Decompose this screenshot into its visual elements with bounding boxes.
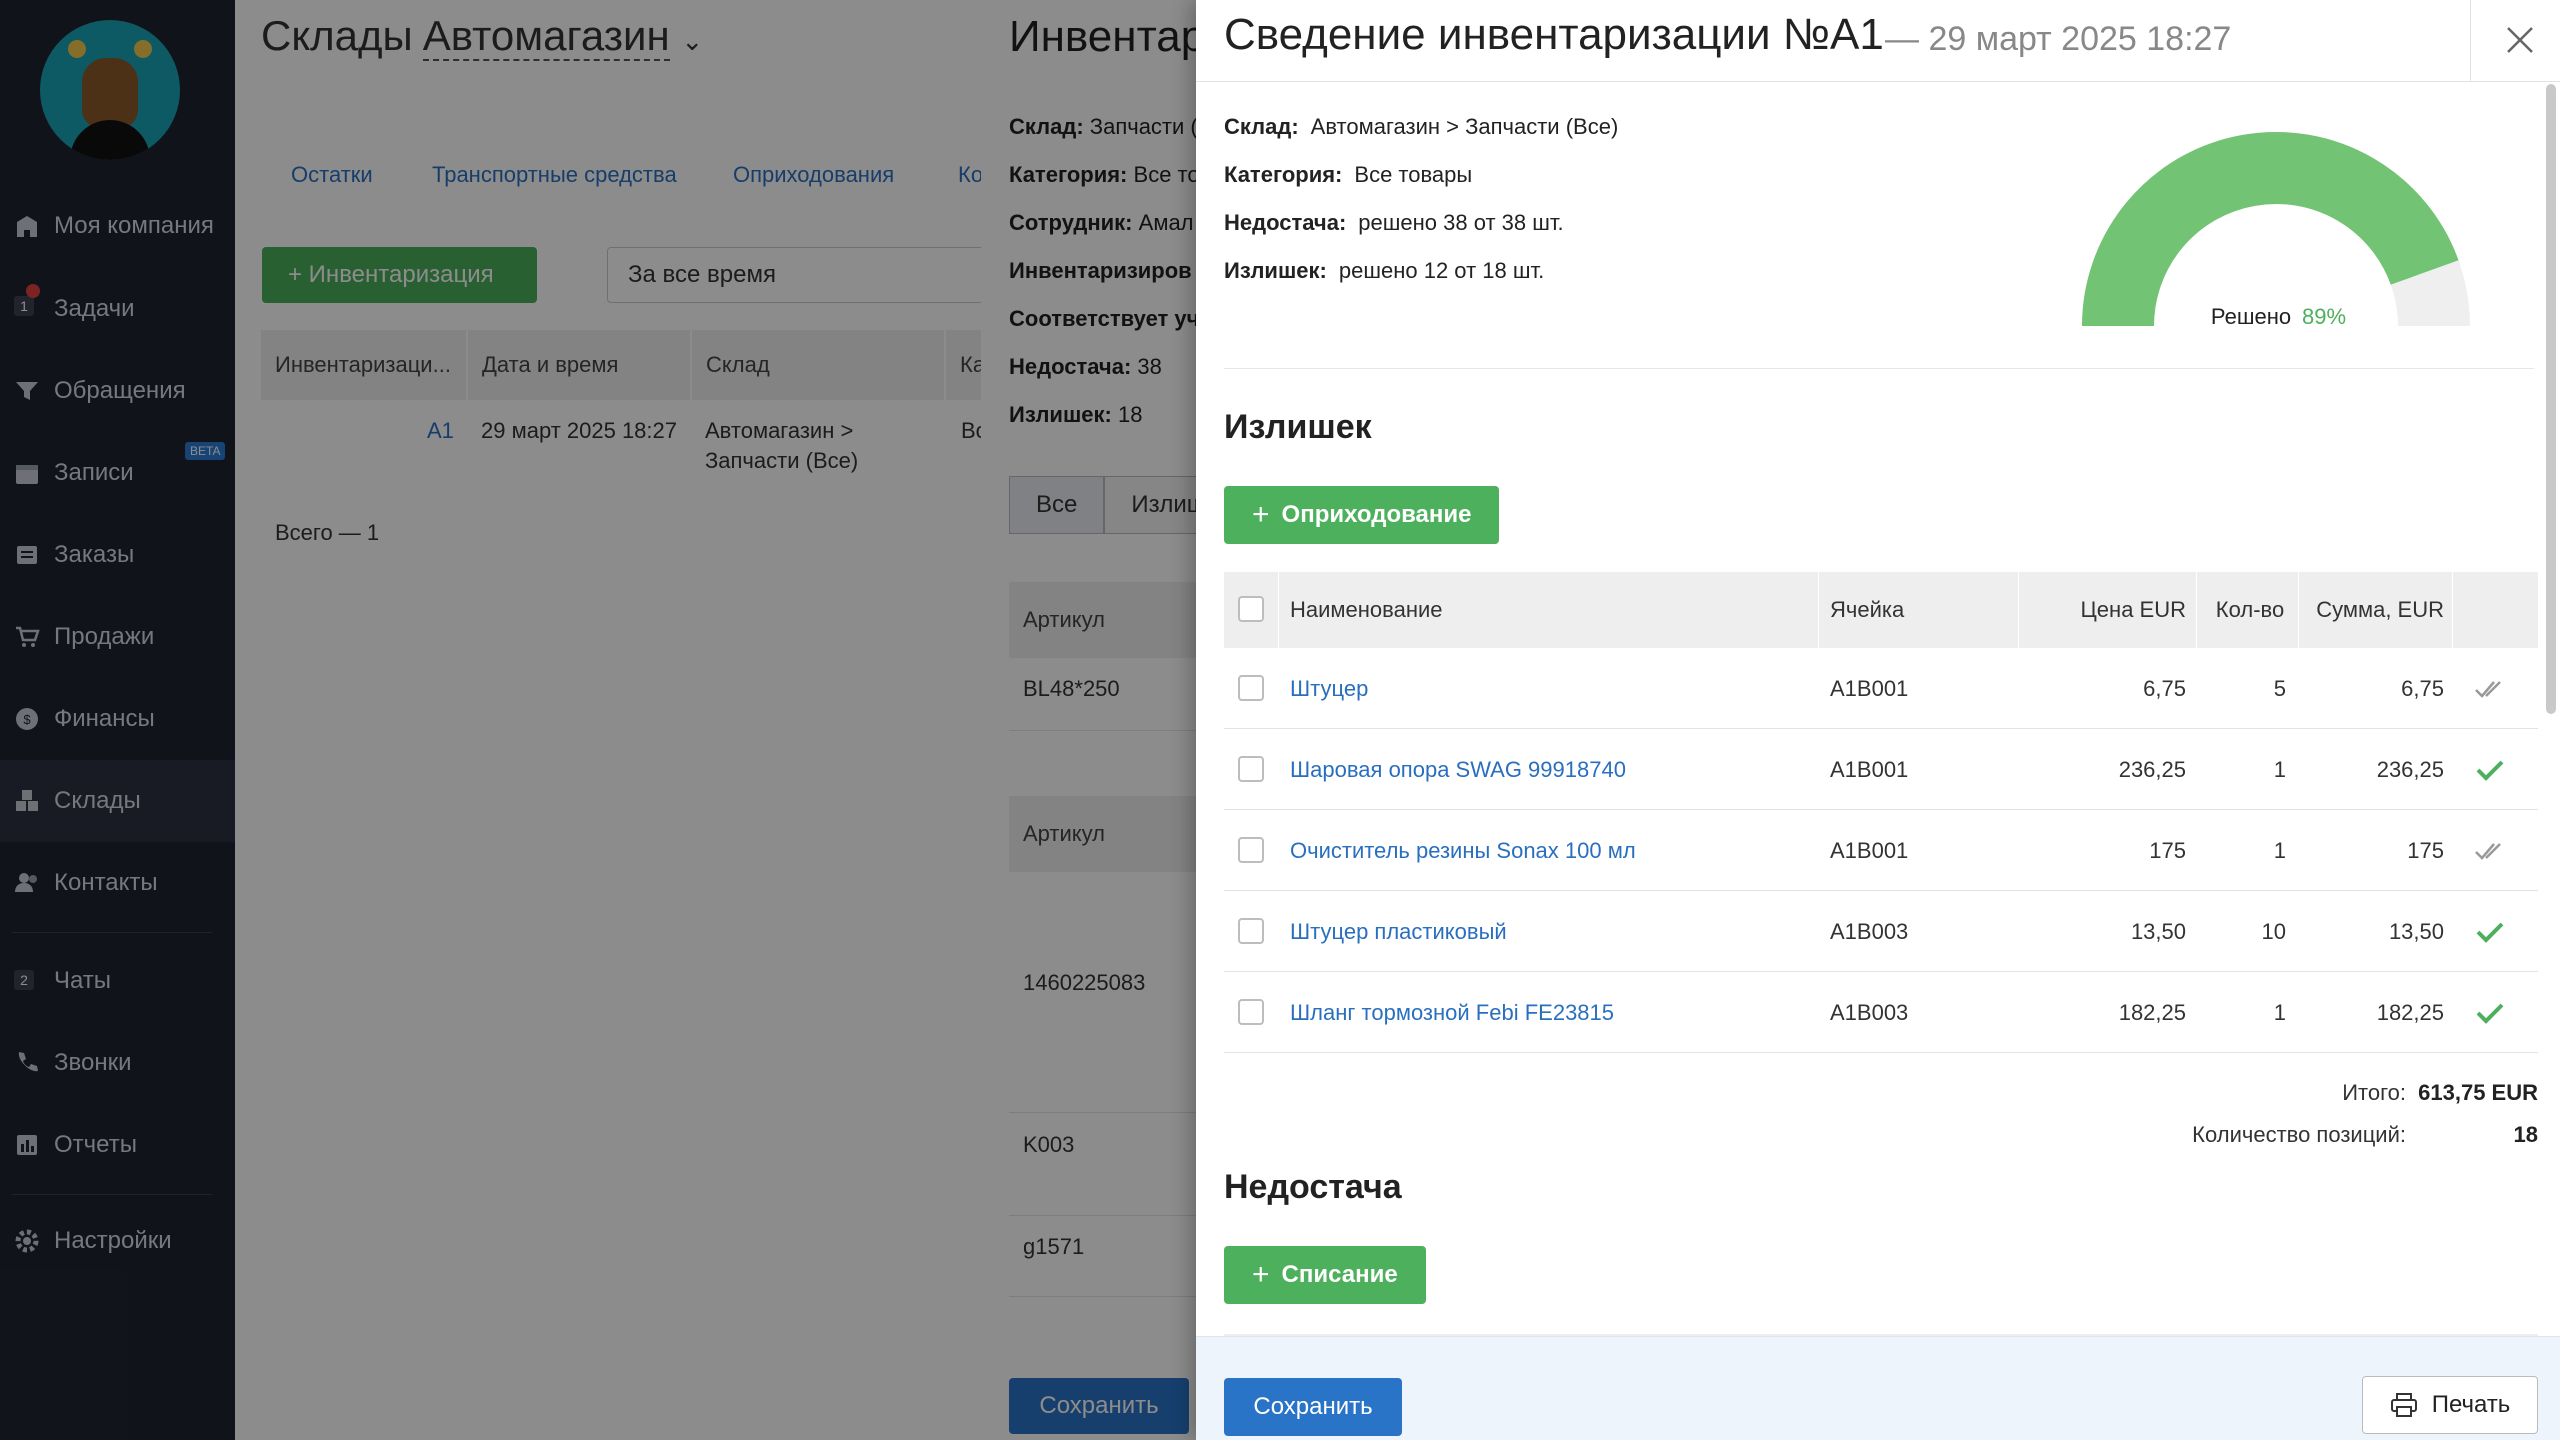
cell-location: A1B001 [1830,837,1909,863]
column-header[interactable]: Сумма, EUR [2304,572,2444,648]
column-header[interactable]: Цена EUR [2024,572,2186,648]
qty-cell: 1 [2273,756,2286,782]
cell-location: A1B001 [1830,756,1909,782]
gauge-value: 89% [2302,304,2346,329]
row-checkbox[interactable] [1238,675,1264,701]
dialog-header: Сведение инвентаризации №A1 — 29 март 20… [1196,0,2560,82]
scrollbar[interactable] [2546,84,2556,714]
qty-cell: 1 [2273,837,2286,863]
column-header[interactable]: Ячейка [1830,572,1904,648]
positions-value: 18 [2513,1122,2538,1147]
check-icon[interactable] [2474,891,2506,972]
write-off-button-label: Списание [1281,1261,1398,1288]
summary-surplus: Излишек: решено 12 от 18 шт. [1224,258,1545,283]
summary-category: Категория: Все товары [1224,162,1473,187]
row-checkbox[interactable] [1238,918,1264,944]
product-link[interactable]: Штуцер [1290,648,1368,729]
price-cell: 175 [2149,837,2186,863]
row-checkbox[interactable] [1238,756,1264,782]
receipt-button-label: Оприходование [1281,501,1472,528]
product-link[interactable]: Очиститель резины Sonax 100 мл [1290,810,1636,891]
price-cell: 6,75 [2143,675,2186,701]
cell-location: A1B003 [1830,999,1909,1025]
price-cell: 236,25 [2118,756,2186,782]
positions-label: Количество позиций: [2192,1122,2406,1147]
write-off-button[interactable]: + Списание [1224,1246,1426,1304]
modal-backdrop[interactable] [0,0,1196,1440]
price-cell: 182,25 [2118,999,2186,1025]
printer-icon [2390,1392,2418,1418]
print-button[interactable]: Печать [2362,1376,2538,1434]
cell-location: A1B003 [1830,918,1909,944]
double-check-icon[interactable] [2474,810,2506,891]
shortage-section-title: Недостача [1224,1168,1402,1206]
receipt-button[interactable]: + Оприходование [1224,486,1500,544]
sum-cell: 6,75 [2401,675,2444,701]
sum-cell: 13,50 [2388,918,2444,944]
section-divider [1224,368,2534,369]
inventory-summary-dialog: Сведение инвентаризации №A1 — 29 март 20… [1196,0,2560,1440]
summary-shortage: Недостача: решено 38 от 38 шт. [1224,210,1564,235]
gauge-label: Решено [2211,304,2291,329]
row-checkbox[interactable] [1238,999,1264,1025]
double-check-icon[interactable] [2474,648,2506,729]
check-icon[interactable] [2474,972,2506,1053]
total-label: Итого: [2342,1080,2406,1105]
row-checkbox[interactable] [1238,837,1264,863]
save-button[interactable]: Сохранить [1224,1378,1402,1436]
surplus-section-title: Излишек [1224,408,1372,446]
table-row: Штуцер пластиковый A1B003 13,50 10 13,50 [1224,891,2538,972]
qty-cell: 10 [2261,918,2286,944]
sum-cell: 182,25 [2376,999,2444,1025]
price-cell: 13,50 [2130,918,2186,944]
total-value: 613,75 EUR [2418,1080,2538,1105]
product-link[interactable]: Шланг тормозной Febi FE23815 [1290,972,1614,1053]
table-row: Очиститель резины Sonax 100 мл A1B001 17… [1224,810,2538,891]
plus-icon: + [1252,1258,1270,1291]
table-row: Шаровая опора SWAG 99918740 A1B001 236,2… [1224,729,2538,810]
product-link[interactable]: Штуцер пластиковый [1290,891,1507,972]
qty-cell: 1 [2273,999,2286,1025]
column-header[interactable]: Кол-во [2204,572,2296,648]
header-divider [2470,0,2471,82]
sum-cell: 175 [2407,837,2444,863]
table-row: Штуцер A1B001 6,75 5 6,75 [1224,648,2538,729]
resolved-gauge: Решено 89% [2082,132,2470,329]
cell-location: A1B001 [1830,675,1909,701]
check-icon[interactable] [2474,729,2506,810]
plus-icon: + [1252,498,1270,531]
gauge-fill [2082,132,2459,327]
qty-cell: 5 [2273,675,2286,701]
print-button-label: Печать [2431,1391,2511,1418]
sum-cell: 236,25 [2376,756,2444,782]
dialog-date: — 29 март 2025 18:27 [1885,20,2232,58]
column-header[interactable]: Наименование [1290,572,1443,648]
close-icon[interactable] [2494,14,2546,66]
table-row: Шланг тормозной Febi FE23815 A1B003 182,… [1224,972,2538,1053]
select-all-checkbox[interactable] [1238,596,1264,622]
summary-warehouse: Склад: Автомагазин > Запчасти (Все) [1224,114,1619,139]
table-header-row: Наименование Ячейка Цена EUR Кол-во Сумм… [1224,572,2538,648]
product-link[interactable]: Шаровая опора SWAG 99918740 [1290,729,1626,810]
dialog-title: Сведение инвентаризации №A1 [1224,10,1884,59]
